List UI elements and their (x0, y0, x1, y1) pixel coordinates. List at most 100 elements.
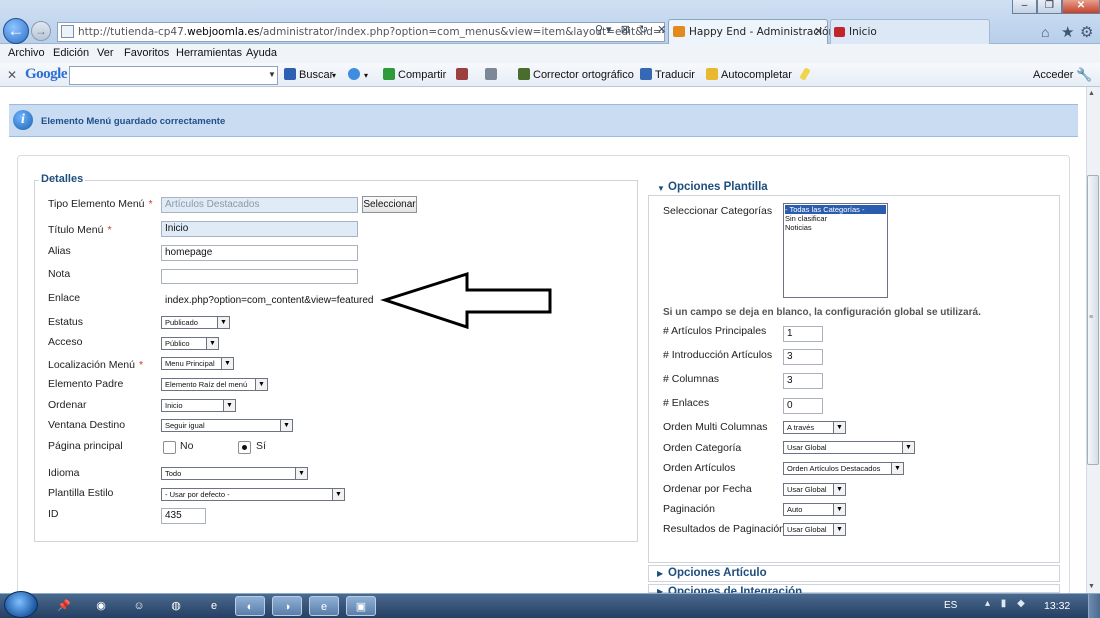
alias-input[interactable]: homepage (161, 245, 358, 261)
clock[interactable]: 13:32 (1044, 600, 1070, 612)
enlace-label: Enlace (48, 292, 81, 304)
menu-favoritos[interactable]: Favoritos (124, 47, 169, 59)
estatus-select[interactable]: Publicado ▼ (161, 316, 230, 329)
multi-columnas-select[interactable]: A través ▼ (783, 421, 846, 434)
address-actions-icon[interactable]: ⚲▾ ⊠ ↻ ✕ (595, 23, 669, 36)
ventana-select[interactable]: Seguir igual ▼ (161, 419, 293, 432)
chevron-down-icon[interactable]: ▾ (332, 71, 336, 80)
tab-inicio[interactable]: Inicio (830, 19, 990, 44)
chevron-down-icon[interactable]: ▾ (364, 71, 368, 80)
language-indicator[interactable]: ES (944, 600, 957, 611)
menu-edicion[interactable]: Edición (53, 47, 89, 59)
opciones-articulo-title[interactable]: Opciones Artículo (668, 567, 767, 579)
menu-ayuda[interactable]: Ayuda (246, 47, 277, 59)
show-desktop-button[interactable] (1088, 594, 1100, 618)
orden-categoria-select[interactable]: Usar Global ▼ (783, 441, 915, 454)
pagina-no-radio[interactable] (163, 441, 176, 454)
traducir-button[interactable]: Traducir (655, 69, 695, 81)
home-icon[interactable]: ⌂ (1041, 24, 1049, 40)
localizacion-label: Localización Menú * (48, 359, 144, 371)
categoria-option[interactable]: - Todas las Categorías - (785, 205, 886, 214)
minimize-button[interactable]: – (1012, 0, 1037, 14)
autocompletar-button[interactable]: Autocompletar (721, 69, 792, 81)
window-icon[interactable]: ▣ (346, 596, 376, 616)
favorites-star-icon[interactable]: ★ (1061, 23, 1074, 41)
buscar-button[interactable]: Buscar (299, 69, 333, 81)
forward-button[interactable]: → (31, 21, 51, 41)
acceder-button[interactable]: Acceder (1033, 69, 1073, 81)
dropdown-arrow-icon: ▼ (833, 504, 845, 515)
plantilla-select[interactable]: - Usar por defecto - ▼ (161, 488, 345, 501)
address-bar[interactable]: http://tutienda-cp47.webjoomla.es/admini… (57, 22, 665, 42)
menu-herramientas[interactable]: Herramientas (176, 47, 242, 59)
firefox-icon[interactable]: ◐ (235, 596, 265, 616)
message-text: Elemento Menú guardado correctamente (41, 116, 226, 127)
corrector-button[interactable]: Corrector ortográfico (533, 69, 634, 81)
wrench-icon[interactable]: 🔧 (1076, 67, 1092, 83)
form-icon[interactable] (485, 68, 497, 80)
orden-articulos-value: Orden Artículos Destacados (787, 464, 881, 473)
acceso-value: Público (165, 339, 190, 348)
tipo-field[interactable]: Artículos Destacados (161, 197, 358, 213)
app-icon[interactable]: ◑ (272, 596, 302, 616)
titulo-input[interactable]: Inicio (161, 221, 358, 237)
page-icon (61, 25, 74, 38)
plus-icon[interactable] (348, 68, 360, 80)
resultados-paginacion-select[interactable]: Usar Global ▼ (783, 523, 846, 536)
opciones-plantilla-title[interactable]: Opciones Plantilla (668, 181, 768, 193)
categoria-option[interactable]: Noticias (785, 223, 812, 232)
paginacion-select[interactable]: Auto ▼ (783, 503, 846, 516)
nota-label: Nota (48, 268, 71, 280)
spellcheck-icon (518, 68, 530, 80)
padre-select[interactable]: Elemento Raíz del menú ▼ (161, 378, 268, 391)
google-search-input[interactable] (69, 66, 278, 85)
pagina-si-radio[interactable] (238, 441, 251, 454)
toolbar-close-icon[interactable]: ✕ (7, 68, 17, 82)
orden-articulos-select[interactable]: Orden Artículos Destacados ▼ (783, 462, 904, 475)
art-principales-input[interactable]: 1 (783, 326, 823, 342)
back-button[interactable]: ← (3, 18, 29, 44)
acceso-select[interactable]: Público ▼ (161, 337, 219, 350)
popup-blocker-icon[interactable] (456, 68, 468, 80)
maximize-button[interactable]: ❐ (1037, 0, 1062, 14)
start-button[interactable] (4, 591, 38, 618)
idioma-select[interactable]: Todo ▼ (161, 467, 308, 480)
ordenar-fecha-select[interactable]: Usar Global ▼ (783, 483, 846, 496)
intro-input[interactable]: 3 (783, 349, 823, 365)
ie-active-icon[interactable]: e (309, 596, 339, 616)
compartir-button[interactable]: Compartir (398, 69, 446, 81)
media-icon[interactable]: ◉ (86, 596, 116, 616)
scroll-up-icon[interactable]: ▲ (1088, 90, 1095, 97)
localizacion-value: Menu Principal (165, 359, 215, 368)
dropdown-arrow-icon: ▼ (221, 358, 233, 369)
enlaces-input[interactable]: 0 (783, 398, 823, 414)
close-window-button[interactable]: ✕ (1062, 0, 1100, 14)
tab-inicio-label: Inicio (849, 26, 877, 38)
gear-icon[interactable]: ⚙ (1080, 23, 1093, 41)
expand-triangle-icon[interactable]: ▶ (657, 569, 663, 578)
messenger-icon[interactable]: ☺ (124, 596, 154, 616)
dropdown-arrow-icon[interactable]: ▼ (268, 70, 276, 79)
ie-icon[interactable]: e (199, 596, 229, 616)
columnas-input[interactable]: 3 (783, 373, 823, 389)
tab-administracion[interactable]: Happy End - Administración (668, 19, 835, 44)
nota-input[interactable] (161, 269, 358, 284)
localizacion-select[interactable]: Menu Principal ▼ (161, 357, 234, 370)
collapse-triangle-icon[interactable]: ▼ (657, 184, 665, 193)
ventana-value: Seguir igual (165, 421, 205, 430)
menu-archivo[interactable]: Archivo (8, 47, 45, 59)
ordenar-select[interactable]: Inicio ▼ (161, 399, 236, 412)
tray-icons[interactable]: ▴ ▮ ◆ (985, 598, 1029, 609)
enlace-field[interactable]: index.php?option=com_content&view=featur… (161, 293, 391, 308)
seleccionar-button[interactable]: Seleccionar (362, 196, 417, 213)
opciones-integracion-title[interactable]: Opciones de Integración (668, 586, 802, 593)
menu-ver[interactable]: Ver (97, 47, 114, 59)
acceso-label: Acceso (48, 336, 83, 348)
tab-close-icon[interactable]: ✕ (814, 25, 823, 38)
categoria-option[interactable]: Sin clasificar (785, 214, 827, 223)
window-controls: – ❐ ✕ (1012, 0, 1100, 14)
scroll-down-icon[interactable]: ▼ (1088, 583, 1095, 590)
dropdown-arrow-icon: ▼ (833, 484, 845, 495)
chrome-icon[interactable]: ◍ (161, 596, 191, 616)
pin-icon[interactable]: 📌 (49, 596, 79, 616)
